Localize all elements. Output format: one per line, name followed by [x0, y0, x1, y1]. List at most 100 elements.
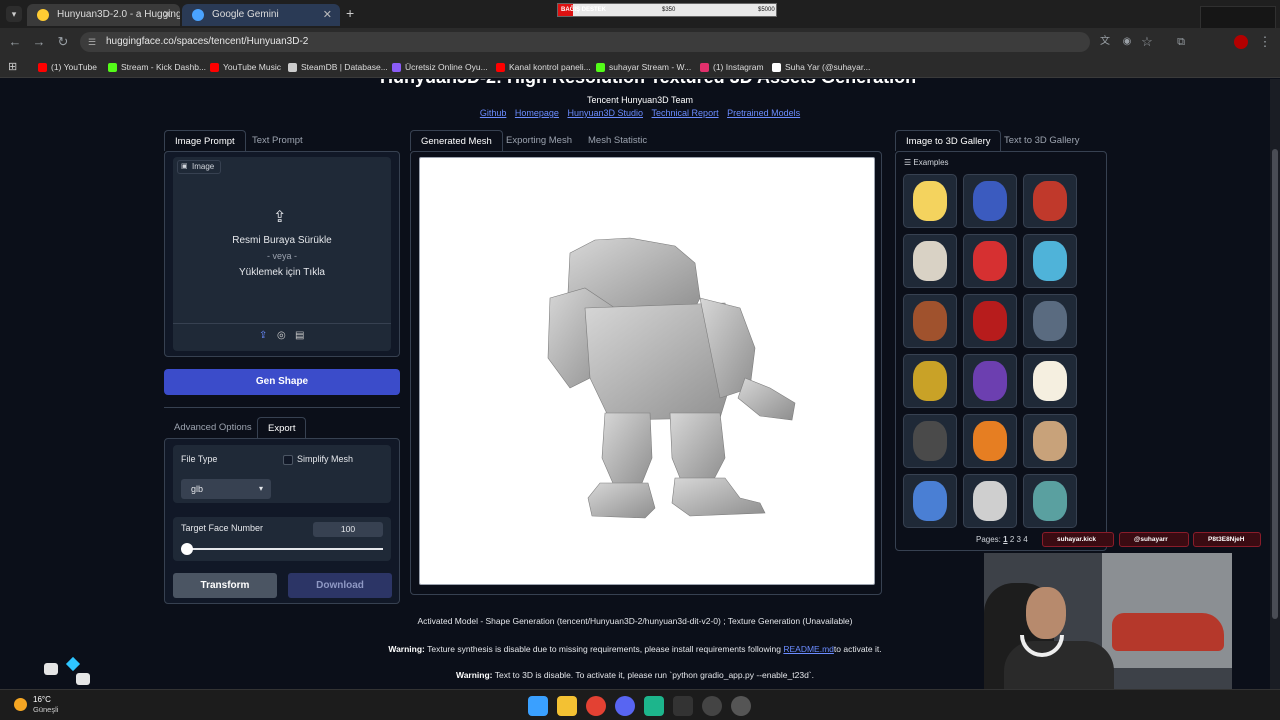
wizard-hat-icon: [973, 361, 1007, 401]
link-studio[interactable]: Hunyuan3D Studio: [567, 108, 643, 118]
gallery-example[interactable]: [903, 414, 957, 468]
address-bar[interactable]: ☰ huggingface.co/spaces/tencent/Hunyuan3…: [80, 32, 1090, 52]
gallery-example[interactable]: [903, 174, 957, 228]
tab-mesh-statistic[interactable]: Mesh Statistic: [578, 130, 657, 151]
tab-advanced-options[interactable]: Advanced Options: [164, 417, 262, 438]
scrollbar-thumb[interactable]: [1272, 149, 1278, 619]
page-scrollbar[interactable]: [1270, 79, 1280, 689]
drop-text: Resmi Buraya Sürükle: [232, 235, 332, 246]
face-slider-track[interactable]: [187, 548, 383, 550]
extensions-icon[interactable]: ⧉: [1172, 33, 1190, 51]
eye-off-icon[interactable]: ◉: [1118, 33, 1136, 51]
back-icon[interactable]: ←: [6, 33, 24, 51]
chrome-icon[interactable]: [586, 696, 606, 716]
bookmark-item[interactable]: Ücretsiz Online Oyu...: [392, 59, 488, 75]
tab-exporting-mesh[interactable]: Exporting Mesh: [496, 130, 582, 151]
download-button[interactable]: Download: [288, 573, 392, 598]
face-number-input[interactable]: 100: [313, 522, 383, 537]
browser-tab-hunyuan[interactable]: Hunyuan3D-2.0 - a Hugging Fa ✕: [27, 4, 180, 26]
tab-export[interactable]: Export: [257, 417, 307, 438]
steam-icon[interactable]: [731, 696, 751, 716]
gallery-example[interactable]: [903, 234, 957, 288]
simplify-checkbox[interactable]: [283, 455, 293, 465]
mesh-viewer[interactable]: [419, 157, 875, 585]
close-tab-icon[interactable]: ✕: [323, 4, 332, 26]
page-3[interactable]: 3: [1017, 535, 1021, 544]
staff-icon: [913, 361, 947, 401]
bookmark-item[interactable]: suhayar Stream - W...: [596, 59, 691, 75]
bookmark-item[interactable]: (1) Instagram: [700, 59, 764, 75]
browser-tab-bar: ▾ Hunyuan3D-2.0 - a Hugging Fa ✕ Google …: [0, 0, 1280, 46]
gallery-example[interactable]: [1023, 174, 1077, 228]
reload-icon[interactable]: ↻: [54, 33, 72, 51]
epic-games-icon[interactable]: [673, 696, 693, 716]
app-icon[interactable]: [644, 696, 664, 716]
gallery-example[interactable]: [903, 294, 957, 348]
profile-avatar[interactable]: [1234, 35, 1248, 49]
forward-icon[interactable]: →: [30, 33, 48, 51]
image-dropzone[interactable]: ▣ Image ⇪ Resmi Buraya Sürükle - veya - …: [173, 157, 391, 351]
transform-button[interactable]: Transform: [173, 573, 277, 598]
gallery-example[interactable]: [1023, 474, 1077, 528]
gallery-example[interactable]: [963, 354, 1017, 408]
header-links: Github Homepage Hunyuan3D Studio Technic…: [440, 108, 840, 118]
obs-icon[interactable]: [702, 696, 722, 716]
divider: [164, 407, 400, 408]
tab-image-prompt[interactable]: Image Prompt: [164, 130, 246, 151]
train-icon: [913, 301, 947, 341]
link-technical-report[interactable]: Technical Report: [652, 108, 719, 118]
gen-shape-button[interactable]: Gen Shape: [164, 369, 400, 395]
readme-link[interactable]: README.md: [783, 644, 834, 654]
menu-icon[interactable]: ⋮: [1256, 33, 1274, 51]
gallery-example[interactable]: [1023, 234, 1077, 288]
clipboard-icon[interactable]: ▤: [295, 330, 304, 341]
webcam-icon[interactable]: ◎: [277, 330, 286, 341]
bookmark-item[interactable]: SteamDB | Database...: [288, 59, 388, 75]
or-text: - veya -: [266, 251, 297, 261]
click-to-upload-text: Yüklemek için Tıkla: [239, 267, 325, 278]
page-4[interactable]: 4: [1023, 535, 1027, 544]
discord-icon[interactable]: [615, 696, 635, 716]
file-type-select[interactable]: glb ▾: [181, 479, 271, 499]
tab-image-to-3d-gallery[interactable]: Image to 3D Gallery: [895, 130, 1002, 151]
new-tab-button[interactable]: +: [346, 5, 354, 21]
start-menu-icon[interactable]: [528, 696, 548, 716]
tab-generated-mesh[interactable]: Generated Mesh: [410, 130, 503, 151]
gallery-example[interactable]: [1023, 294, 1077, 348]
tab-text-to-3d-gallery[interactable]: Text to 3D Gallery: [994, 130, 1090, 151]
gallery-example[interactable]: [963, 234, 1017, 288]
gallery-example[interactable]: [963, 414, 1017, 468]
tab-search-button[interactable]: ▾: [6, 6, 22, 22]
translate-icon[interactable]: 文: [1096, 33, 1114, 51]
gallery-example[interactable]: [1023, 354, 1077, 408]
gallery-example[interactable]: [903, 354, 957, 408]
page-2[interactable]: 2: [1010, 535, 1014, 544]
tab-text-prompt[interactable]: Text Prompt: [242, 130, 313, 151]
browser-tab-gemini[interactable]: Google Gemini ✕: [182, 4, 340, 26]
upload-file-icon[interactable]: ⇪: [259, 330, 267, 341]
gallery-example[interactable]: [963, 294, 1017, 348]
bookmark-favicon-icon: [38, 63, 47, 72]
file-explorer-icon[interactable]: [557, 696, 577, 716]
site-info-icon[interactable]: ☰: [88, 32, 96, 52]
gallery-example[interactable]: [903, 474, 957, 528]
close-tab-icon[interactable]: ✕: [163, 4, 172, 26]
link-pretrained-models[interactable]: Pretrained Models: [727, 108, 800, 118]
bookmark-item[interactable]: Stream - Kick Dashb...: [108, 59, 206, 75]
bookmark-item[interactable]: (1) YouTube: [38, 59, 97, 75]
gallery-panel: ☰ Examples Pages: 1 2 3 4: [895, 151, 1107, 551]
gallery-example[interactable]: [963, 474, 1017, 528]
apps-grid-icon[interactable]: ⊞: [8, 60, 17, 73]
bookmark-item[interactable]: Kanal kontrol paneli...: [496, 59, 591, 75]
gallery-example[interactable]: [963, 174, 1017, 228]
face-slider-thumb[interactable]: [181, 543, 193, 555]
bookmark-item[interactable]: Suha Yar (@suhayar...: [772, 59, 870, 75]
gallery-example[interactable]: [1023, 414, 1077, 468]
weather-temp[interactable]: 16°C: [33, 695, 51, 704]
page-1[interactable]: 1: [1003, 535, 1007, 544]
image-label: ▣ Image: [177, 160, 222, 174]
link-github[interactable]: Github: [480, 108, 507, 118]
link-homepage[interactable]: Homepage: [515, 108, 559, 118]
bookmark-star-icon[interactable]: ☆: [1138, 33, 1156, 51]
bookmark-item[interactable]: YouTube Music: [210, 59, 281, 75]
